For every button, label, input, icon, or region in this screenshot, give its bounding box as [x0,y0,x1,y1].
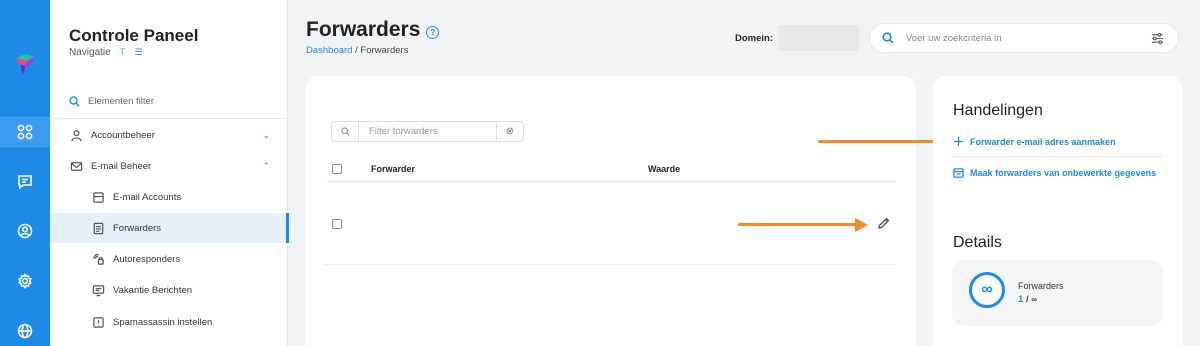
gear-icon [18,273,32,289]
sidebar-item-label: E-mail Accounts [113,191,182,203]
bulk-forwarders-link[interactable]: Maak forwarders van onbewerkte gegevens [953,167,1163,178]
app-logo-icon [16,54,34,74]
clear-filter-icon[interactable]: ⊗ [496,122,523,141]
chevron-up-icon: ⌃ [262,160,270,171]
table-filter-placeholder: Filter forwarders [369,126,438,137]
sidebar-subtitle-label: Navigatie [69,47,111,58]
sidebar-filter[interactable]: Elementen filter [69,96,154,107]
annotation-arrow [738,218,868,232]
sidebar-item-label: Vakantie Berichten [113,284,193,296]
user-circle-icon [17,223,33,239]
sidebar-item-label: Forwarders [113,222,162,234]
rail-dashboard-button[interactable] [0,117,50,147]
sidebar-item-label: E-mail Beheer [91,160,152,172]
search-input[interactable]: Voer uw zoekcriteria in [869,23,1179,53]
table-filter[interactable]: Filter forwarders ⊗ [331,121,524,142]
select-all-checkbox[interactable] [332,164,342,174]
calendar-icon [953,168,964,178]
details-heading: Details [953,234,1002,251]
list-icon[interactable]: ☰ [135,47,143,58]
rail-account-button[interactable] [0,216,50,246]
column-header-forwarder[interactable]: Forwarder [371,164,415,174]
chat-icon [18,175,32,190]
sidebar-item-vakantie-berichten[interactable]: Vakantie Berichten [50,275,288,305]
infinity-icon: ∞ [969,272,1005,308]
domain-label: Domein: [735,33,773,44]
row-checkbox[interactable] [332,219,342,229]
sidebar-item-email-accounts[interactable]: E-mail Accounts [50,182,288,212]
sidebar-item-spamassassin[interactable]: Spamassassin instellen [50,307,288,337]
actions-card: Handelingen Forwarder e-mail adres aanma… [933,76,1182,346]
alert-box-icon [91,315,105,329]
breadcrumb-current: / Forwarders [355,45,409,56]
actions-heading: Handelingen [953,102,1043,119]
domain-select[interactable] [779,25,859,51]
plus-icon [953,136,964,147]
inbox-icon [91,190,105,204]
breadcrumb-link-dashboard[interactable]: Dashboard [306,45,352,56]
rail-language-button[interactable] [0,316,50,346]
sidebar-title: Controle Paneel [69,26,199,45]
sidebar-item-label: Accountbeheer [91,129,155,141]
sidebar-item-label: Spamassassin instellen [113,316,213,328]
broadcast-lock-icon [91,252,105,266]
page-title: Forwarders ? [306,18,440,42]
globe-icon [17,323,33,339]
sidebar-item-accountbeheer[interactable]: Accountbeheer ⌄ [50,120,288,150]
filter-search-icon [332,122,359,141]
search-icon [69,96,80,107]
sidebar: Controle Paneel Navigatie ⊤ ☰ Elementen … [50,0,289,346]
sidebar-subtitle: Navigatie ⊤ ☰ [69,47,143,58]
column-header-waarde[interactable]: Waarde [648,164,680,174]
stat-count: 1 [1018,294,1024,305]
annotation-arrow [818,135,946,149]
breadcrumb: Dashboard / Forwarders [306,45,408,56]
envelope-icon [69,159,83,173]
create-forwarder-link[interactable]: Forwarder e-mail adres aanmaken [953,136,1163,147]
forwarders-stat-card: ∞ Forwarders 1 / ∞ [952,260,1163,326]
search-icon [882,32,894,44]
forwarders-card: Filter forwarders ⊗ Forwarder Waarde [306,76,916,346]
rail-messages-button[interactable] [0,167,50,197]
grid-icon [17,124,33,140]
create-forwarder-label: Forwarder e-mail adres aanmaken [970,136,1116,147]
help-icon[interactable]: ? [426,25,440,39]
stat-limit: ∞ [1031,295,1037,304]
sidebar-filter-placeholder: Elementen filter [88,96,155,107]
sidebar-item-label: Autoresponders [113,253,181,265]
search-placeholder: Voer uw zoekcriteria in [906,32,1002,44]
user-icon [69,128,83,142]
sidebar-item-forwarders[interactable]: Forwarders [50,213,289,243]
stat-separator: / [1025,294,1029,305]
pin-icon[interactable]: ⊤ [119,47,127,58]
rail-settings-button[interactable] [0,266,50,296]
sidebar-item-email-beheer[interactable]: E-mail Beheer ⌃ [50,151,288,181]
pencil-icon[interactable] [877,216,891,230]
monitor-icon [91,283,105,297]
sidebar-divider [50,118,288,119]
document-icon [91,221,105,235]
bulk-forwarders-label: Maak forwarders van onbewerkte gegevens [970,167,1157,178]
stat-value: 1 / ∞ [1018,294,1037,305]
page-title-text: Forwarders [306,18,421,41]
actions-divider [953,156,1163,157]
filter-settings-icon[interactable] [1151,32,1164,45]
sidebar-item-autoresponders[interactable]: Autoresponders [50,244,288,274]
chevron-down-icon: ⌄ [262,129,270,140]
table-header: Forwarder Waarde [324,160,896,182]
stat-label: Forwarders [1018,281,1064,291]
icon-rail [0,0,50,346]
